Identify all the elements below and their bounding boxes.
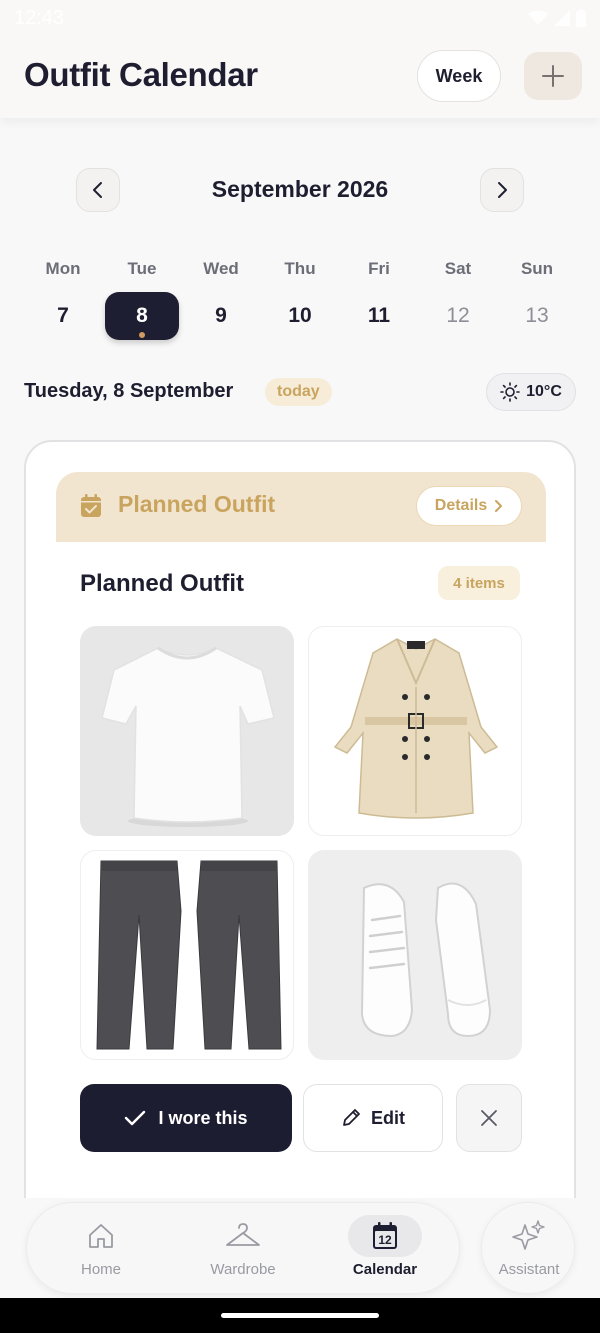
day-fri[interactable]: Fri 11: [342, 258, 416, 342]
sparkle-icon: [512, 1220, 545, 1250]
month-navigation: September 2026: [0, 168, 600, 214]
check-icon: [125, 1110, 146, 1126]
trench-coat-image: [333, 638, 499, 819]
nav-icon-wrap: [64, 1215, 138, 1257]
month-label: September 2026: [211, 176, 389, 202]
selected-date-line: Tuesday, 8 September today 10°C: [24, 373, 576, 411]
outfit-card: Planned Outfit Details Planned Outfit 4 …: [24, 440, 576, 1240]
sneakers-image: [360, 882, 492, 1038]
calendar-check-icon: [81, 494, 101, 517]
outfit-item-sneakers[interactable]: [308, 850, 522, 1060]
planned-outfit-banner: Planned Outfit Details: [56, 472, 546, 542]
day-wed[interactable]: Wed 9: [184, 258, 258, 342]
outfit-item-tshirt[interactable]: [80, 626, 294, 836]
nav-label: Home: [80, 1261, 121, 1278]
day-name: Thu: [284, 259, 316, 278]
calendar-icon: 12: [373, 1222, 397, 1249]
remove-outfit-button[interactable]: [456, 1084, 522, 1152]
i-wore-this-button[interactable]: I wore this: [80, 1084, 292, 1152]
sun-icon: [500, 382, 520, 402]
wifi-icon: [528, 10, 548, 25]
day-number: 9: [215, 304, 227, 327]
today-badge: today: [265, 378, 332, 406]
nav-wardrobe[interactable]: Wardrobe: [183, 1203, 303, 1295]
wore-label: I wore this: [158, 1107, 248, 1128]
nav-label: Wardrobe: [210, 1261, 276, 1278]
items-count-badge: 4 items: [438, 566, 520, 600]
home-indicator[interactable]: [221, 1313, 379, 1318]
pencil-icon: [343, 1109, 360, 1126]
status-time: 12:43: [14, 6, 65, 29]
page-title: Outfit Calendar: [24, 56, 258, 93]
assistant-button[interactable]: Assistant: [481, 1202, 575, 1294]
previous-month-button[interactable]: [76, 168, 120, 212]
temperature: 10°C: [526, 383, 562, 400]
battery-icon: [576, 9, 586, 27]
tshirt-image: [101, 646, 275, 827]
status-bar: 12:43: [0, 0, 600, 36]
day-number: 10: [288, 304, 312, 327]
day-number: 7: [57, 304, 69, 327]
plus-icon: [542, 65, 564, 87]
hanger-icon: [226, 1223, 260, 1246]
event-dot: [139, 332, 145, 338]
day-name: Sat: [444, 259, 472, 278]
day-sun[interactable]: Sun 13: [500, 258, 574, 342]
signal-icon: [554, 10, 570, 26]
nav-icon-wrap: [492, 1215, 566, 1257]
day-name: Tue: [127, 259, 157, 278]
banner-title: Planned Outfit: [118, 491, 276, 517]
day-tue[interactable]: Tue 8: [105, 258, 179, 342]
nav-label: Calendar: [352, 1261, 418, 1278]
details-button[interactable]: Details: [416, 486, 522, 526]
week-view-button[interactable]: Week: [417, 50, 501, 102]
outfit-item-trousers[interactable]: [80, 850, 294, 1060]
day-name: Mon: [45, 259, 81, 278]
calendar-icon-day: 12: [378, 1233, 392, 1247]
day-number: 12: [446, 304, 470, 327]
outfit-items-grid: [80, 626, 522, 1060]
details-label: Details: [434, 497, 488, 514]
section-title: Planned Outfit: [80, 570, 244, 597]
chevron-right-icon: [495, 500, 503, 512]
day-name: Wed: [203, 259, 239, 278]
chevron-right-icon: [498, 182, 507, 198]
day-name: Sun: [520, 259, 554, 278]
day-number: 11: [367, 304, 391, 327]
bottom-navigation: Home Wardrobe 12 Calendar: [26, 1202, 460, 1294]
home-icon: [89, 1224, 113, 1248]
day-sat[interactable]: Sat 12: [421, 258, 495, 342]
outfit-item-trench-coat[interactable]: [308, 626, 522, 836]
day-number: 13: [525, 304, 549, 327]
day-thu[interactable]: Thu 10: [263, 258, 337, 342]
nav-home[interactable]: Home: [41, 1203, 161, 1295]
selected-date: Tuesday, 8 September: [24, 380, 234, 402]
edit-button[interactable]: Edit: [303, 1084, 443, 1152]
system-navigation-bar: [0, 1298, 600, 1333]
assistant-label: Assistant: [498, 1261, 560, 1278]
status-icons: [528, 9, 586, 27]
weather-chip: 10°C: [486, 373, 576, 411]
nav-icon-wrap: 12: [348, 1215, 422, 1257]
add-outfit-button[interactable]: [524, 52, 582, 100]
next-month-button[interactable]: [480, 168, 524, 212]
day-name: Fri: [368, 259, 390, 278]
close-icon: [481, 1110, 497, 1126]
chevron-left-icon: [93, 182, 102, 198]
day-mon[interactable]: Mon 7: [26, 258, 100, 342]
trousers-image: [96, 860, 282, 1050]
edit-label: Edit: [371, 1107, 405, 1128]
nav-icon-wrap: [206, 1215, 280, 1257]
nav-calendar[interactable]: 12 Calendar: [325, 1203, 445, 1295]
